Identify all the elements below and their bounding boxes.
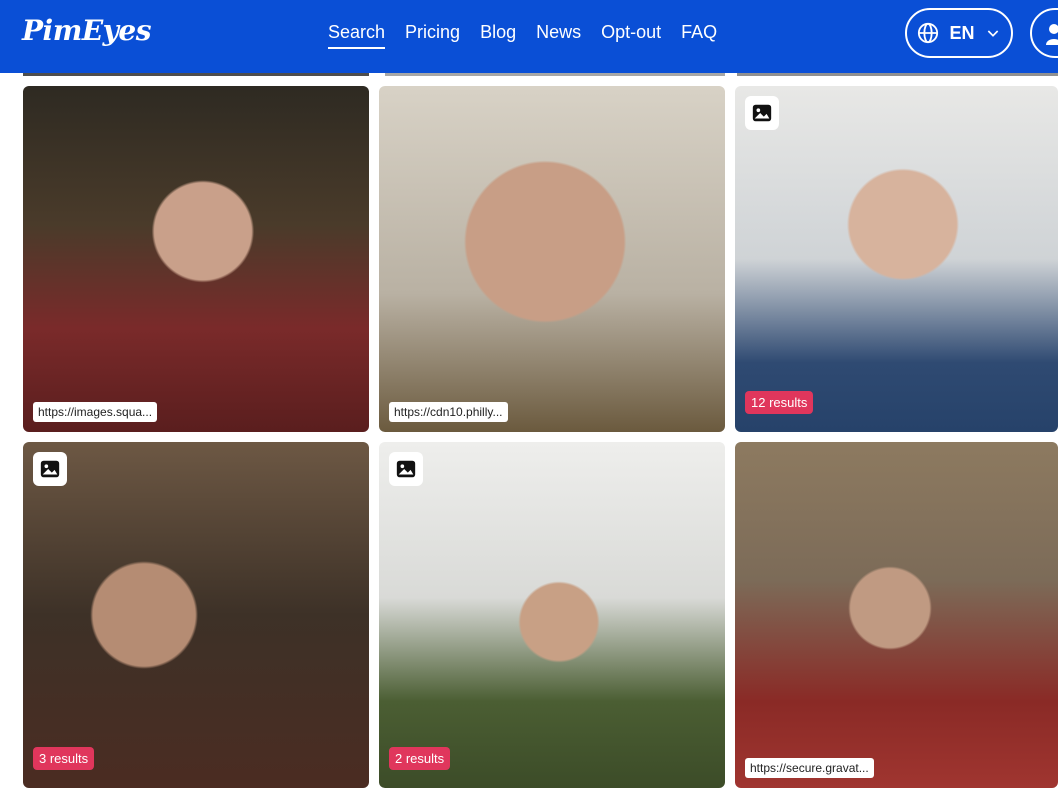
results-count-badge: 3 results [33, 747, 95, 770]
results-count-badge: 2 results [389, 747, 451, 770]
previous-row-edge [737, 73, 1058, 76]
result-card[interactable]: https://secure.gravat... [735, 442, 1058, 788]
previous-row-edge [23, 73, 369, 76]
globe-icon [918, 22, 939, 44]
result-card[interactable]: https://images.squa... [23, 86, 369, 432]
top-header: PimEyes Search Pricing Blog News Opt-out… [0, 0, 1058, 73]
image-icon [389, 452, 423, 486]
image-icon [745, 96, 779, 130]
source-url[interactable]: https://secure.gravat... [745, 758, 874, 778]
user-account-button[interactable] [1030, 8, 1058, 58]
nav-blog[interactable]: Blog [480, 22, 516, 49]
nav-pricing[interactable]: Pricing [405, 22, 460, 49]
result-card[interactable]: 12 results [735, 86, 1058, 432]
pimeyes-logo[interactable]: PimEyes [22, 14, 152, 47]
chevron-down-icon [987, 30, 998, 37]
nav-search[interactable]: Search [328, 22, 386, 49]
previous-row-edge [385, 73, 725, 76]
image-icon [33, 452, 67, 486]
language-code: EN [949, 22, 975, 43]
nav-news[interactable]: News [536, 22, 581, 49]
user-icon [1046, 24, 1058, 45]
result-card[interactable]: 2 results [379, 442, 725, 788]
main-nav: Search Pricing Blog News Opt-out FAQ [328, 22, 717, 49]
language-selector[interactable]: EN [905, 8, 1013, 58]
result-card[interactable]: https://cdn10.philly... [379, 86, 725, 432]
source-url[interactable]: https://cdn10.philly... [389, 402, 508, 422]
results-count-badge: 12 results [745, 391, 814, 414]
nav-opt-out[interactable]: Opt-out [601, 22, 661, 49]
result-card[interactable]: 3 results [23, 442, 369, 788]
source-url[interactable]: https://images.squa... [33, 402, 158, 422]
nav-faq[interactable]: FAQ [681, 22, 717, 49]
